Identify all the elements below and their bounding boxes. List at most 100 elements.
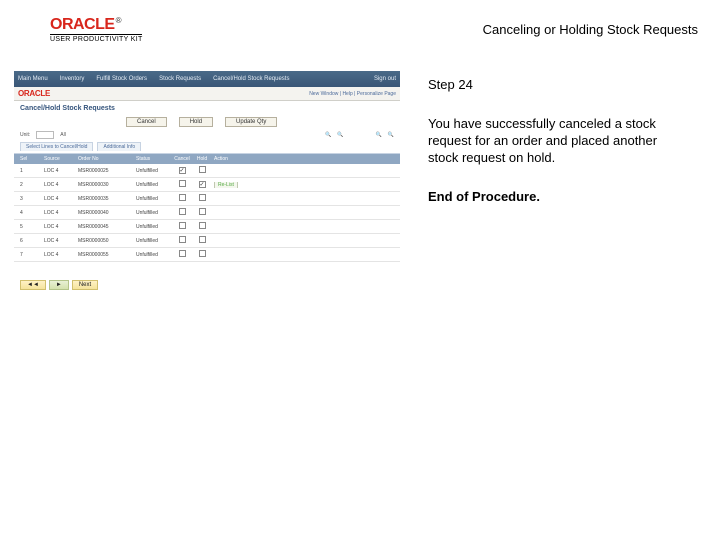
unit-input[interactable]	[36, 131, 54, 139]
col-cancel: Cancel	[172, 156, 192, 162]
app-thumbnail: Main Menu Inventory Fulfill Stock Orders…	[14, 71, 400, 271]
col-source: Source	[42, 156, 76, 162]
tab-additional-info[interactable]: Additional Info	[97, 142, 141, 151]
cell-status: Unfulfilled	[134, 252, 172, 258]
checkbox-icon[interactable]	[179, 250, 186, 257]
cell-sel: 6	[18, 238, 42, 244]
checkbox-icon[interactable]	[199, 236, 206, 243]
cell-hold[interactable]	[192, 166, 212, 175]
cell-source: LOC 4	[42, 224, 76, 230]
breadcrumb-item: Main Menu	[18, 76, 48, 82]
cell-status: Unfulfilled	[134, 224, 172, 230]
col-order: Order No	[76, 156, 134, 162]
all-label: All	[60, 132, 66, 138]
breadcrumb-item: Fulfill Stock Orders	[96, 76, 147, 82]
cell-order: MSR0000025	[76, 168, 134, 174]
breadcrumb-item: Stock Requests	[159, 76, 201, 82]
checkbox-icon[interactable]	[179, 236, 186, 243]
cell-order: MSR0000055	[76, 252, 134, 258]
play-button[interactable]: ►	[49, 280, 69, 290]
checkbox-icon[interactable]	[199, 208, 206, 215]
cell-cancel[interactable]	[172, 208, 192, 217]
cell-status: Unfulfilled	[134, 210, 172, 216]
checkbox-icon[interactable]	[199, 166, 206, 173]
checkbox-icon[interactable]	[179, 194, 186, 201]
hold-button[interactable]: Hold	[179, 117, 213, 127]
action-badge[interactable]: Re-List	[214, 182, 238, 188]
cell-hold[interactable]	[192, 222, 212, 231]
cell-cancel[interactable]	[172, 250, 192, 259]
lookup-icon[interactable]: 🔍	[325, 132, 331, 138]
cell-hold[interactable]	[192, 194, 212, 203]
thumb-topbar: Main Menu Inventory Fulfill Stock Orders…	[14, 71, 400, 87]
cell-sel: 5	[18, 224, 42, 230]
grid-header: Sel Source Order No Status Cancel Hold A…	[14, 154, 400, 164]
cell-cancel[interactable]	[172, 222, 192, 231]
lookup-icon[interactable]: 🔍	[337, 132, 343, 138]
cancel-button[interactable]: Cancel	[126, 117, 167, 127]
step-body: You have successfully canceled a stock r…	[428, 116, 670, 167]
content-row: Main Menu Inventory Fulfill Stock Orders…	[0, 51, 720, 271]
col-status: Status	[134, 156, 172, 162]
col-sel: Sel	[18, 156, 42, 162]
checkbox-icon[interactable]	[179, 167, 186, 174]
topbar-link: Sign out	[374, 76, 396, 82]
checkbox-icon[interactable]	[199, 194, 206, 201]
logo-divider	[50, 34, 142, 35]
cell-source: LOC 4	[42, 210, 76, 216]
table-row: 2LOC 4MSR0000030UnfulfilledRe-List	[14, 178, 400, 192]
cell-hold[interactable]	[192, 208, 212, 217]
checkbox-icon[interactable]	[179, 180, 186, 187]
tab-select-lines[interactable]: Select Lines to Cancel/Hold	[20, 142, 93, 151]
table-row: 4LOC 4MSR0000040Unfulfilled	[14, 206, 400, 220]
checkbox-icon[interactable]	[179, 208, 186, 215]
back-button[interactable]: ◄◄	[20, 280, 46, 290]
player-controls: ◄◄ ► Next	[14, 280, 400, 290]
cell-hold[interactable]	[192, 236, 212, 245]
checkbox-icon[interactable]	[179, 222, 186, 229]
cell-status: Unfulfilled	[134, 182, 172, 188]
thumb-tabs: Select Lines to Cancel/Hold Additional I…	[14, 140, 400, 154]
cell-cancel[interactable]	[172, 236, 192, 245]
cell-sel: 3	[18, 196, 42, 202]
page-title: Canceling or Holding Stock Requests	[483, 16, 706, 37]
cell-source: LOC 4	[42, 168, 76, 174]
breadcrumb-item: Cancel/Hold Stock Requests	[213, 76, 289, 82]
next-button[interactable]: Next	[72, 280, 98, 290]
cell-source: LOC 4	[42, 182, 76, 188]
update-qty-button[interactable]: Update Qty	[225, 117, 277, 127]
upk-label: USER PRODUCTIVITY KIT	[50, 36, 143, 43]
lookup-icon[interactable]: 🔍	[388, 132, 394, 138]
cell-status: Unfulfilled	[134, 168, 172, 174]
thumb-screen-title: Cancel/Hold Stock Requests	[14, 101, 400, 117]
header-row: ORACLE® USER PRODUCTIVITY KIT Canceling …	[0, 0, 720, 51]
checkbox-icon[interactable]	[199, 181, 206, 188]
step-label: Step 24	[428, 77, 670, 94]
cell-hold[interactable]	[192, 250, 212, 259]
oracle-logo-text: ORACLE	[50, 16, 115, 33]
cell-sel: 7	[18, 252, 42, 258]
cell-order: MSR0000030	[76, 182, 134, 188]
cell-hold[interactable]	[192, 181, 212, 188]
cell-cancel[interactable]	[172, 167, 192, 174]
cell-cancel[interactable]	[172, 194, 192, 203]
registered-icon: ®	[116, 16, 122, 25]
cell-source: LOC 4	[42, 238, 76, 244]
cell-order: MSR0000040	[76, 210, 134, 216]
checkbox-icon[interactable]	[199, 222, 206, 229]
thumb-action-buttons: Cancel Hold Update Qty	[14, 117, 400, 130]
cell-source: LOC 4	[42, 196, 76, 202]
cell-cancel[interactable]	[172, 180, 192, 189]
lookup-icon[interactable]: 🔍	[376, 132, 382, 138]
checkbox-icon[interactable]	[199, 250, 206, 257]
topbar-links: Sign out	[374, 76, 396, 82]
cell-status: Unfulfilled	[134, 196, 172, 202]
thumb-logobar: ORACLE New Window | Help | Personalize P…	[14, 87, 400, 101]
table-row: 3LOC 4MSR0000035Unfulfilled	[14, 192, 400, 206]
table-row: 6LOC 4MSR0000050Unfulfilled	[14, 234, 400, 248]
breadcrumb-item: Inventory	[60, 76, 85, 82]
col-hold: Hold	[192, 156, 212, 162]
breadcrumb: Main Menu Inventory Fulfill Stock Orders…	[18, 76, 289, 82]
table-row: 1LOC 4MSR0000025Unfulfilled	[14, 164, 400, 178]
logo-block: ORACLE® USER PRODUCTIVITY KIT	[50, 16, 143, 43]
